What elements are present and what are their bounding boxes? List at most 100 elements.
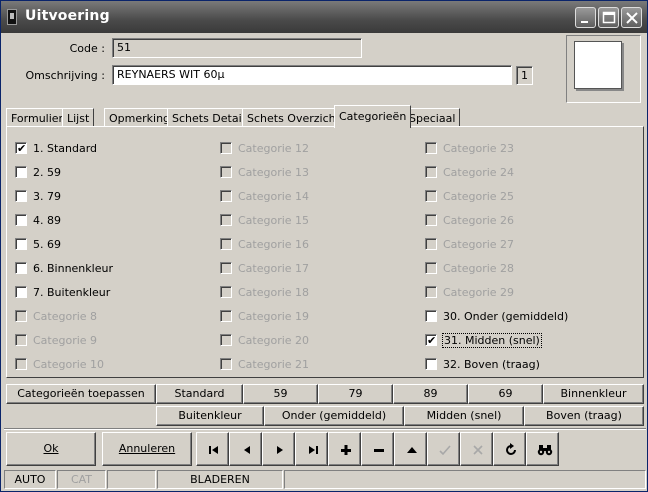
refresh-button[interactable] bbox=[493, 432, 526, 466]
checkbox-box bbox=[220, 334, 232, 346]
annuleren-button-label: Annuleren bbox=[118, 442, 176, 455]
category-checkbox: Categorie 26 bbox=[425, 212, 605, 228]
add-record-button[interactable] bbox=[328, 432, 361, 466]
apply-onder-button[interactable]: Onder (gemiddeld) bbox=[264, 406, 404, 426]
category-checkbox[interactable]: 5. 69 bbox=[15, 236, 195, 252]
prev-record-icon bbox=[244, 446, 250, 454]
apply-boven-button[interactable]: Boven (traag) bbox=[524, 406, 644, 426]
apply-standard-button[interactable]: Standard bbox=[156, 384, 243, 404]
category-checkbox[interactable]: 2. 59 bbox=[15, 164, 195, 180]
delete-record-button[interactable] bbox=[361, 432, 394, 466]
category-checkbox[interactable]: 30. Onder (gemiddeld) bbox=[425, 308, 605, 324]
checkbox-box[interactable] bbox=[15, 262, 27, 274]
category-checkbox[interactable]: 4. 89 bbox=[15, 212, 195, 228]
apply-79-button[interactable]: 79 bbox=[318, 384, 393, 404]
category-label: 5. 69 bbox=[33, 238, 61, 251]
category-checkbox: Categorie 23 bbox=[425, 140, 605, 156]
category-checkbox[interactable]: 32. Boven (traag) bbox=[425, 356, 605, 372]
apply-69-button[interactable]: 69 bbox=[468, 384, 543, 404]
category-label: 7. Buitenkleur bbox=[33, 286, 111, 299]
close-button[interactable] bbox=[621, 7, 642, 28]
category-label: Categorie 26 bbox=[443, 214, 515, 227]
next-record-button[interactable] bbox=[262, 432, 295, 466]
checkbox-box[interactable] bbox=[425, 358, 437, 370]
tab-strip: Formulier Lijst Opmerking Schets Detail … bbox=[6, 105, 646, 128]
tab-categorieen[interactable]: Categorieën bbox=[334, 105, 412, 128]
tab-formulier[interactable]: Formulier bbox=[6, 108, 69, 127]
apply-89-button[interactable]: 89 bbox=[393, 384, 468, 404]
category-label: 1. Standard bbox=[33, 142, 98, 155]
category-label: Categorie 18 bbox=[238, 286, 310, 299]
title-bar[interactable]: Uitvoering bbox=[1, 1, 647, 33]
minimize-button[interactable] bbox=[575, 7, 596, 28]
app-icon[interactable] bbox=[7, 9, 17, 25]
category-label: Categorie 9 bbox=[33, 334, 98, 347]
category-checkbox: Categorie 17 bbox=[220, 260, 400, 276]
category-checkbox: Categorie 15 bbox=[220, 212, 400, 228]
edit-record-button[interactable] bbox=[394, 432, 427, 466]
categorieen-toepassen-button[interactable]: Categorieën toepassen bbox=[6, 384, 156, 404]
category-checkbox: Categorie 29 bbox=[425, 284, 605, 300]
checkbox-box bbox=[15, 358, 27, 370]
checkbox-box[interactable] bbox=[425, 310, 437, 322]
category-label: Categorie 17 bbox=[238, 262, 310, 275]
omschrijving-field[interactable]: REYNAERS WIT 60µ bbox=[112, 65, 512, 85]
category-checkbox[interactable]: 7. Buitenkleur bbox=[15, 284, 195, 300]
annuleren-button[interactable]: Annuleren bbox=[102, 432, 192, 466]
checkbox-box bbox=[15, 334, 27, 346]
ok-button-label: Ok bbox=[43, 442, 59, 455]
category-checkbox[interactable]: ✔ 31. Midden (snel) bbox=[425, 332, 605, 348]
category-checkbox: Categorie 12 bbox=[220, 140, 400, 156]
first-record-icon bbox=[209, 446, 218, 454]
tab-lijst[interactable]: Lijst bbox=[62, 108, 95, 127]
checkbox-box[interactable] bbox=[15, 190, 27, 202]
checkbox-box bbox=[220, 214, 232, 226]
prev-record-button[interactable] bbox=[229, 432, 262, 466]
category-label: 3. 79 bbox=[33, 190, 61, 203]
ok-button[interactable]: Ok bbox=[6, 432, 96, 466]
category-checkbox: Categorie 25 bbox=[425, 188, 605, 204]
add-icon bbox=[341, 445, 351, 455]
checkbox-box bbox=[425, 214, 437, 226]
checkbox-box[interactable] bbox=[15, 286, 27, 298]
tab-opmerking[interactable]: Opmerking bbox=[104, 108, 176, 127]
apply-buitenkleur-button[interactable]: Buitenkleur bbox=[156, 406, 264, 426]
checkbox-box bbox=[425, 166, 437, 178]
category-label: Categorie 24 bbox=[443, 166, 515, 179]
category-checkbox[interactable]: 6. Binnenkleur bbox=[15, 260, 195, 276]
category-checkbox[interactable]: 3. 79 bbox=[15, 188, 195, 204]
category-checkbox[interactable]: ✔ 1. Standard bbox=[15, 140, 195, 156]
find-button[interactable] bbox=[526, 432, 559, 466]
apply-59-button[interactable]: 59 bbox=[243, 384, 318, 404]
last-record-button[interactable] bbox=[295, 432, 328, 466]
category-checkbox: Categorie 9 bbox=[15, 332, 195, 348]
apply-binnenkleur-button[interactable]: Binnenkleur bbox=[543, 384, 644, 404]
up-icon bbox=[407, 447, 417, 453]
first-record-button[interactable] bbox=[196, 432, 229, 466]
checkbox-box[interactable] bbox=[15, 214, 27, 226]
last-record-icon bbox=[309, 446, 318, 454]
maximize-icon bbox=[602, 11, 616, 24]
code-field[interactable]: 51 bbox=[112, 38, 362, 58]
checkbox-box bbox=[220, 166, 232, 178]
maximize-button[interactable] bbox=[598, 7, 619, 28]
tab-schets-overzicht[interactable]: Schets Overzicht bbox=[242, 108, 345, 127]
checkbox-box bbox=[15, 310, 27, 322]
tab-schets-detail[interactable]: Schets Detail bbox=[167, 108, 250, 127]
category-label: Categorie 14 bbox=[238, 190, 310, 203]
picture-frame[interactable] bbox=[566, 35, 641, 103]
checkbox-box[interactable] bbox=[15, 166, 27, 178]
checkbox-box bbox=[425, 238, 437, 250]
checkbox-box[interactable]: ✔ bbox=[15, 142, 27, 155]
category-label: Categorie 13 bbox=[238, 166, 310, 179]
category-label: Categorie 21 bbox=[238, 358, 310, 371]
checkbox-box[interactable] bbox=[15, 238, 27, 250]
apply-midden-button[interactable]: Midden (snel) bbox=[404, 406, 524, 426]
category-label: Categorie 27 bbox=[443, 238, 515, 251]
category-label: Categorie 10 bbox=[33, 358, 105, 371]
close-icon bbox=[626, 12, 638, 24]
tab-speciaal[interactable]: Speciaal bbox=[404, 108, 461, 127]
category-checkbox: Categorie 13 bbox=[220, 164, 400, 180]
checkbox-box bbox=[220, 190, 232, 202]
checkbox-box[interactable]: ✔ bbox=[425, 334, 437, 347]
